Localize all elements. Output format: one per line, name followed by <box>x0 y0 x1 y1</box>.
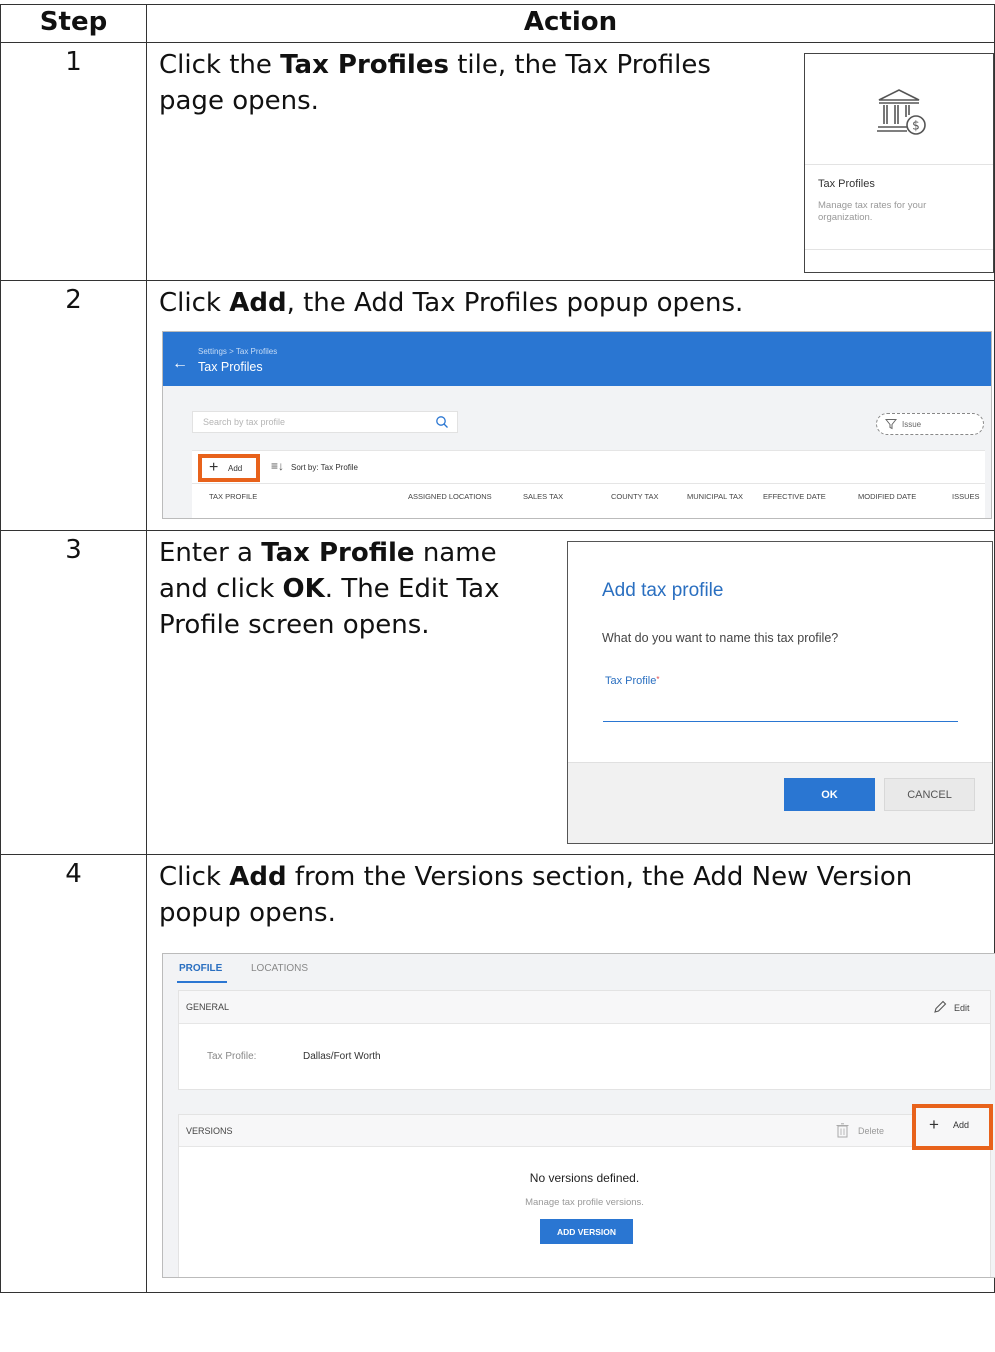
sort-label[interactable]: Sort by: Tax Profile <box>291 463 358 472</box>
step-instruction: Click Add from the Versions section, the… <box>159 862 913 928</box>
step-instruction: Click the Tax Profiles tile, the Tax Pro… <box>159 50 711 116</box>
breadcrumb: Settings > Tax Profiles <box>198 347 278 356</box>
delete-label: Delete <box>858 1126 885 1136</box>
add-button-label: Add <box>953 1120 970 1130</box>
plus-icon: + <box>929 1115 939 1134</box>
add-version-button[interactable]: ADD VERSION <box>540 1219 633 1244</box>
step-action: Click Add from the Versions section, the… <box>146 854 995 1293</box>
table-row: 2 Click Add, the Add Tax Profiles popup … <box>0 280 995 531</box>
back-arrow-icon[interactable]: ← <box>172 356 188 372</box>
trash-icon <box>836 1123 849 1138</box>
pencil-icon <box>934 1000 947 1013</box>
toolbar: + Add ≡↓ Sort by: Tax Profile <box>192 450 985 484</box>
tax-profile-label: Tax Profile: <box>207 1051 257 1062</box>
tax-profile-field-label: Tax Profile* <box>605 675 660 687</box>
tile-divider <box>805 164 993 165</box>
tile-description: Manage tax rates for your organization. <box>818 200 927 223</box>
active-tab-indicator <box>177 981 227 983</box>
tab-locations[interactable]: LOCATIONS <box>251 963 308 974</box>
column-header[interactable]: ASSIGNED LOCATIONS <box>408 492 492 501</box>
add-button-label: Add <box>228 464 243 473</box>
edit-tax-profile-screenshot: PROFILE LOCATIONS GENERAL Edit Tax Profi… <box>162 953 995 1278</box>
general-title: GENERAL <box>186 1002 230 1012</box>
step-instruction: Click Add, the Add Tax Profiles popup op… <box>159 288 744 318</box>
table-header-row: Step Action <box>0 4 995 43</box>
add-tax-profile-dialog: Add tax profile What do you want to name… <box>567 541 993 844</box>
step-action: Enter a Tax Profile name and click OK. T… <box>146 530 995 855</box>
page-header: Settings > Tax Profiles ← Tax Profiles <box>163 332 991 386</box>
search-input[interactable]: Search by tax profile <box>192 411 458 433</box>
step-action: Click Add, the Add Tax Profiles popup op… <box>146 280 995 531</box>
column-header[interactable]: MODIFIED DATE <box>858 492 916 501</box>
tile-divider <box>805 249 993 250</box>
column-header[interactable]: TAX PROFILE <box>209 492 257 501</box>
tax-profile-input[interactable] <box>603 700 958 722</box>
column-header[interactable]: EFFECTIVE DATE <box>763 492 826 501</box>
svg-text:$: $ <box>912 119 920 133</box>
versions-title: VERSIONS <box>186 1126 233 1136</box>
tab-profile[interactable]: PROFILE <box>179 963 222 974</box>
general-card-header: GENERAL Edit <box>179 991 990 1024</box>
tax-profiles-tile[interactable]: $ Tax Profiles Manage tax rates for your… <box>804 53 994 273</box>
column-header[interactable]: COUNTY TAX <box>611 492 659 501</box>
filter-icon <box>885 419 897 430</box>
required-mark: * <box>656 675 660 684</box>
step-number: 4 <box>0 854 147 1293</box>
column-header[interactable]: SALES TAX <box>523 492 563 501</box>
filter-label: Issue <box>902 420 922 429</box>
table-header: TAX PROFILE ASSIGNED LOCATIONS SALES TAX… <box>192 484 985 518</box>
dialog-title: Add tax profile <box>602 580 724 601</box>
edit-label: Edit <box>954 1003 970 1013</box>
bank-dollar-icon: $ <box>877 89 926 135</box>
versions-card: VERSIONS Delete No versions defined. Man… <box>178 1114 991 1277</box>
table-row: 3 Enter a Tax Profile name and click OK.… <box>0 530 995 855</box>
action-column-header: Action <box>146 4 995 43</box>
step-column-header: Step <box>0 4 147 43</box>
column-header[interactable]: ISSUES <box>952 492 980 501</box>
versions-add-button[interactable]: + Add <box>912 1104 993 1150</box>
tile-title: Tax Profiles <box>818 178 875 190</box>
versions-card-header: VERSIONS Delete <box>179 1115 990 1147</box>
sort-icon[interactable]: ≡↓ <box>271 460 284 472</box>
plus-icon: + <box>209 459 219 476</box>
issue-filter-chip[interactable]: Issue <box>876 413 984 435</box>
column-header[interactable]: MUNICIPAL TAX <box>687 492 743 501</box>
step-instruction: Enter a Tax Profile name and click OK. T… <box>159 538 500 640</box>
dialog-footer: OK CANCEL <box>568 762 992 843</box>
step-number: 2 <box>0 280 147 531</box>
empty-state-title: No versions defined. <box>529 1171 640 1185</box>
search-placeholder: Search by tax profile <box>203 417 286 427</box>
ok-button[interactable]: OK <box>784 778 875 811</box>
search-icon[interactable] <box>435 415 449 429</box>
step-number: 1 <box>0 42 147 281</box>
empty-state-subtitle: Manage tax profile versions. <box>525 1197 644 1208</box>
step-action: Click the Tax Profiles tile, the Tax Pro… <box>146 42 995 281</box>
dialog-question: What do you want to name this tax profil… <box>602 631 839 645</box>
table-row: 4 Click Add from the Versions section, t… <box>0 854 995 1293</box>
tax-profile-value: Dallas/Fort Worth <box>303 1051 381 1062</box>
add-button[interactable]: + Add <box>198 454 260 482</box>
table-row: 1 Click the Tax Profiles tile, the Tax P… <box>0 42 995 281</box>
general-card: GENERAL Edit Tax Profile: Dallas/Fort Wo… <box>178 990 991 1090</box>
procedure-table: Step Action 1 Click the Tax Profiles til… <box>0 4 995 1293</box>
page-title: Tax Profiles <box>198 360 263 374</box>
cancel-button[interactable]: CANCEL <box>884 778 975 811</box>
tax-profiles-screenshot: Settings > Tax Profiles ← Tax Profiles S… <box>162 331 992 519</box>
step-number: 3 <box>0 530 147 855</box>
